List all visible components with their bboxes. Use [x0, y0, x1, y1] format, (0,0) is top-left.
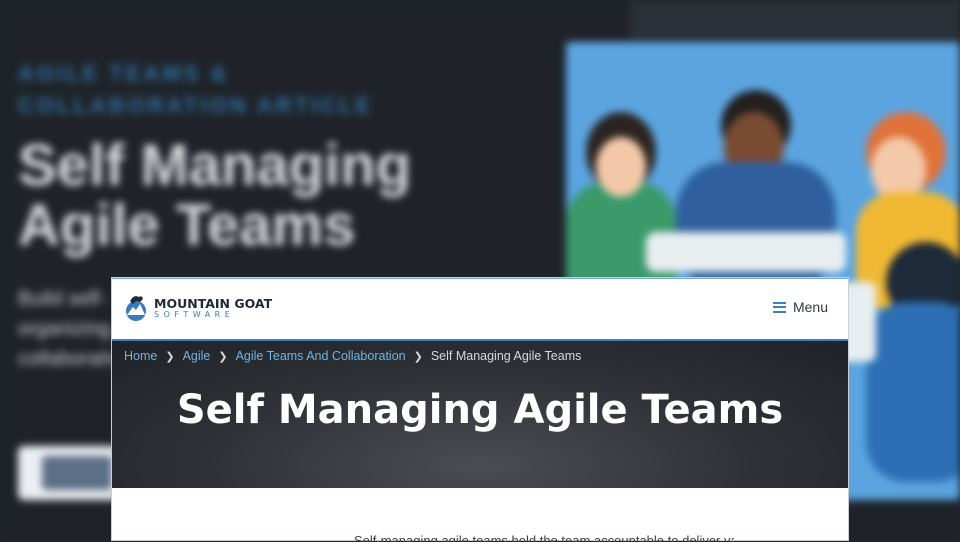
hamburger-icon: [772, 301, 786, 313]
background-eyebrow: AGILE TEAMS & COLLABORATION ARTICLE: [18, 61, 374, 118]
background-button: [18, 446, 118, 500]
chevron-right-icon: ❯: [218, 350, 228, 363]
menu-button[interactable]: Menu: [772, 299, 828, 315]
breadcrumb-home[interactable]: Home: [124, 349, 157, 363]
mountain-goat-icon: [126, 296, 146, 321]
breadcrumb-current: Self Managing Agile Teams: [430, 349, 582, 363]
background-title: Self Managing Agile Teams: [18, 133, 412, 258]
logo-name: MOUNTAIN GOAT: [154, 296, 273, 311]
breadcrumb-agile[interactable]: Agile: [183, 349, 211, 363]
logo-subtitle: SOFTWARE: [154, 310, 235, 319]
page-title: Self Managing Agile Teams: [176, 387, 784, 433]
site-logo[interactable]: MOUNTAIN GOAT SOFTWARE: [124, 293, 272, 327]
breadcrumb: Home ❯ Agile ❯ Agile Teams And Collabora…: [124, 349, 581, 363]
background-topbar: [630, 0, 960, 40]
background-description: Build self-organizing, collaborative: [18, 288, 131, 370]
menu-label: Menu: [792, 299, 828, 315]
site-header: MOUNTAIN GOAT SOFTWARE Menu: [112, 278, 848, 342]
chevron-right-icon: ❯: [165, 350, 175, 363]
chevron-right-icon: ❯: [413, 350, 423, 363]
hero-banner: Home ❯ Agile ❯ Agile Teams And Collabora…: [112, 341, 848, 488]
article-intro: Self-managing agile teams hold the team …: [354, 534, 734, 542]
page-card: MOUNTAIN GOAT SOFTWARE Menu Home ❯ Agile…: [112, 278, 848, 542]
breadcrumb-agile-teams[interactable]: Agile Teams And Collaboration: [236, 349, 406, 363]
